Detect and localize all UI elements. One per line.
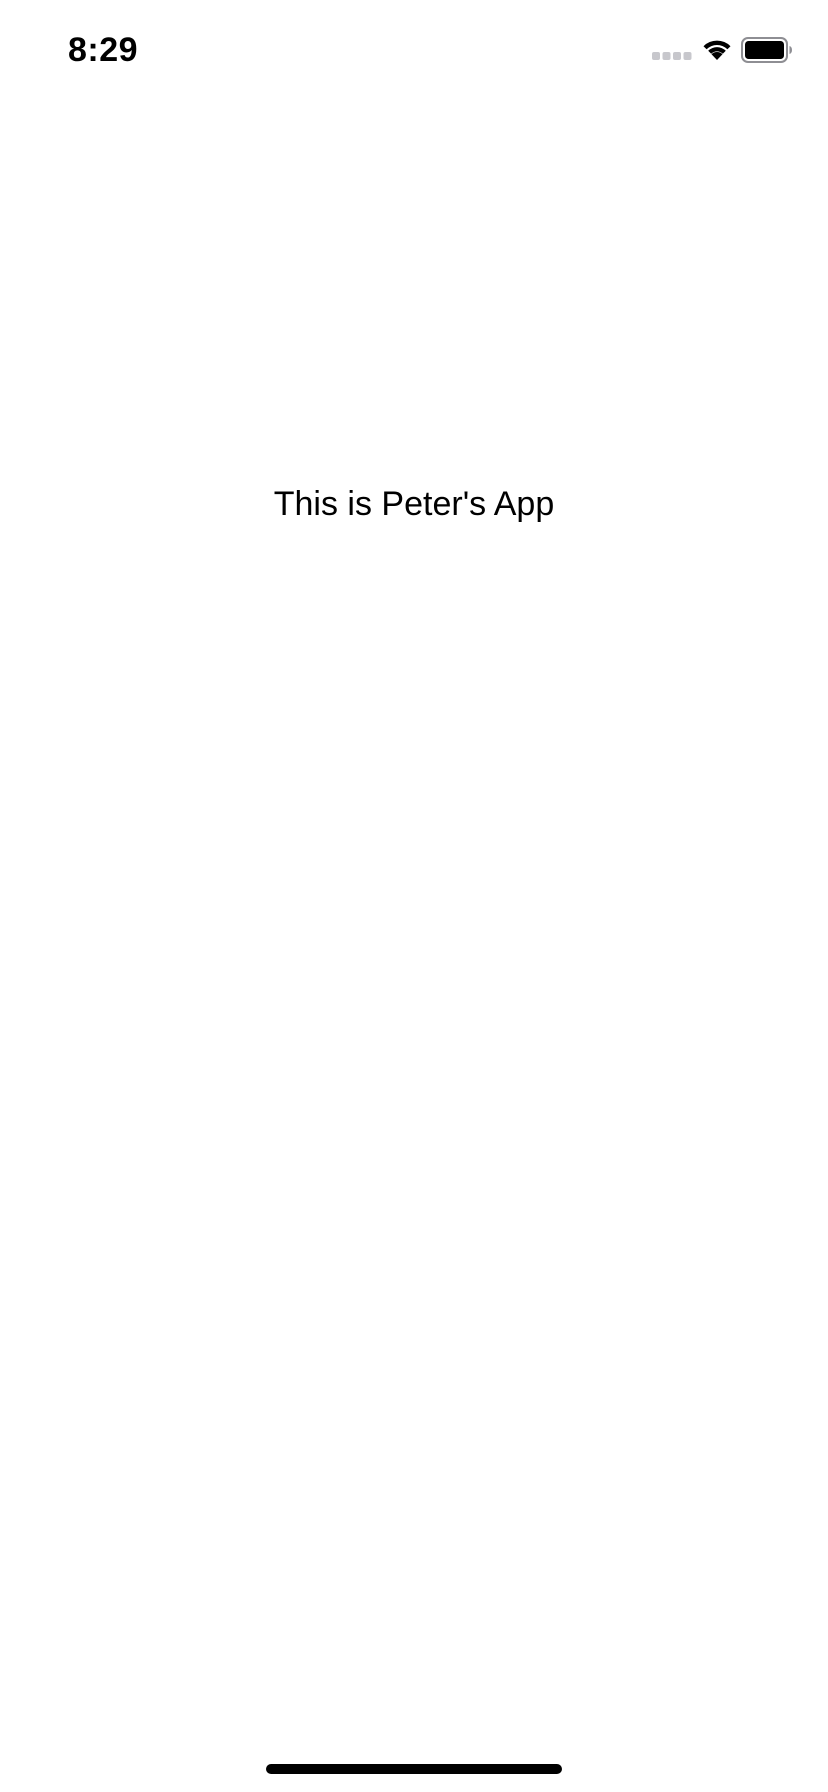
main-content: This is Peter's App (0, 0, 828, 1792)
home-indicator[interactable] (266, 1764, 562, 1774)
app-title: This is Peter's App (273, 485, 555, 523)
